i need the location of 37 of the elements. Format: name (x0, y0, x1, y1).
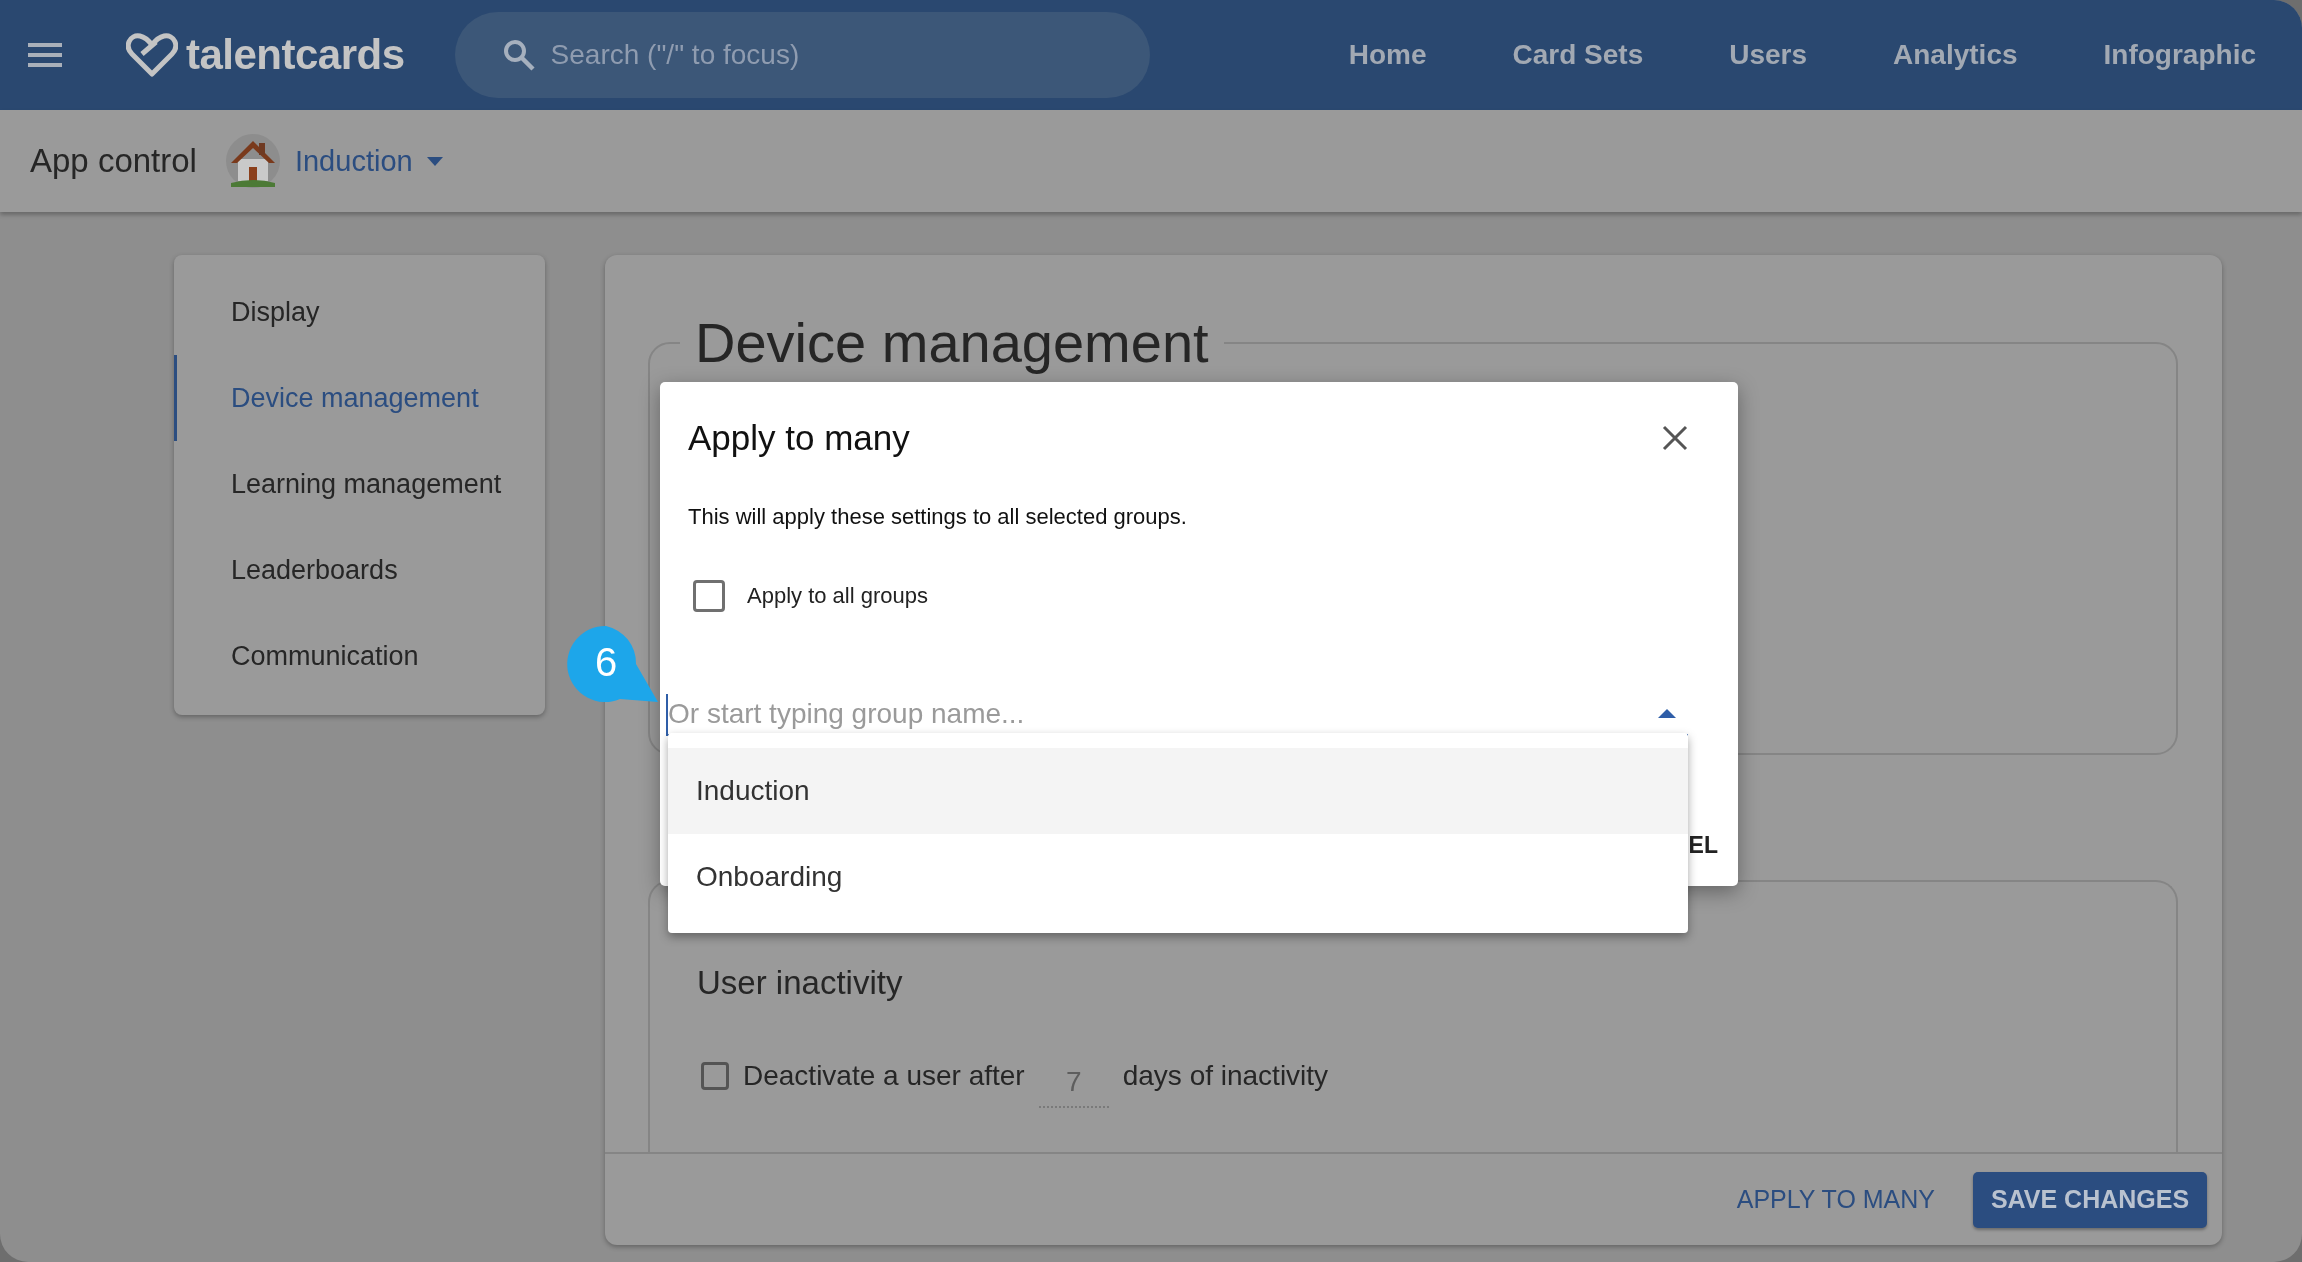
menu-icon[interactable] (28, 42, 62, 68)
checkbox[interactable] (693, 580, 725, 612)
search-icon (502, 39, 535, 71)
days-field[interactable]: 7 (1038, 1062, 1109, 1108)
dialog-title: Apply to many (688, 418, 910, 458)
group-dropdown[interactable]: Induction (294, 144, 443, 178)
dialog-message: This will apply these settings to all selected groups. (688, 504, 1188, 530)
caret-icon (426, 156, 443, 166)
text-button[interactable]: APPLY TO MANY (1736, 1177, 1935, 1222)
setting-label: Deactivate a user after (743, 1060, 1025, 1092)
sidebar-item[interactable]: Device management (174, 355, 545, 441)
sidebar-item[interactable]: Communication (174, 613, 545, 699)
sidebar-item[interactable]: Learning management (174, 441, 545, 527)
cancel-button[interactable]: EL (1688, 832, 1718, 859)
nav-link[interactable]: Analytics (1893, 39, 2018, 71)
menu-item[interactable]: Onboarding (668, 834, 1688, 920)
search-field[interactable]: Search ("/" to focus) (454, 12, 1150, 98)
menu-item[interactable]: Induction (668, 748, 1688, 834)
save-button[interactable]: SAVE CHANGES (1973, 1171, 2207, 1228)
section-title: Device management (694, 310, 1210, 375)
heart-icon (126, 32, 178, 78)
nav-link[interactable]: Home (1348, 39, 1427, 71)
sidebar-item[interactable]: Leaderboards (174, 527, 545, 613)
caret-icon[interactable] (1658, 708, 1676, 718)
page-title: App control (30, 142, 197, 180)
nav-link[interactable]: Card Sets (1512, 39, 1644, 71)
checkbox-label: Apply to all groups (747, 583, 928, 609)
close-icon[interactable] (1662, 425, 1688, 451)
step-badge: 6 (566, 624, 660, 704)
section-heading: User inactivity (697, 964, 904, 1002)
nav-link[interactable]: Users (1729, 39, 1808, 71)
sidebar-item[interactable]: Display (174, 269, 545, 355)
house-icon (224, 133, 281, 189)
checkbox[interactable] (701, 1062, 729, 1090)
logo-text[interactable]: talentcards (186, 31, 405, 79)
setting-label: days of inactivity (1122, 1060, 1329, 1092)
nav-link[interactable]: Infographic (2103, 39, 2256, 71)
